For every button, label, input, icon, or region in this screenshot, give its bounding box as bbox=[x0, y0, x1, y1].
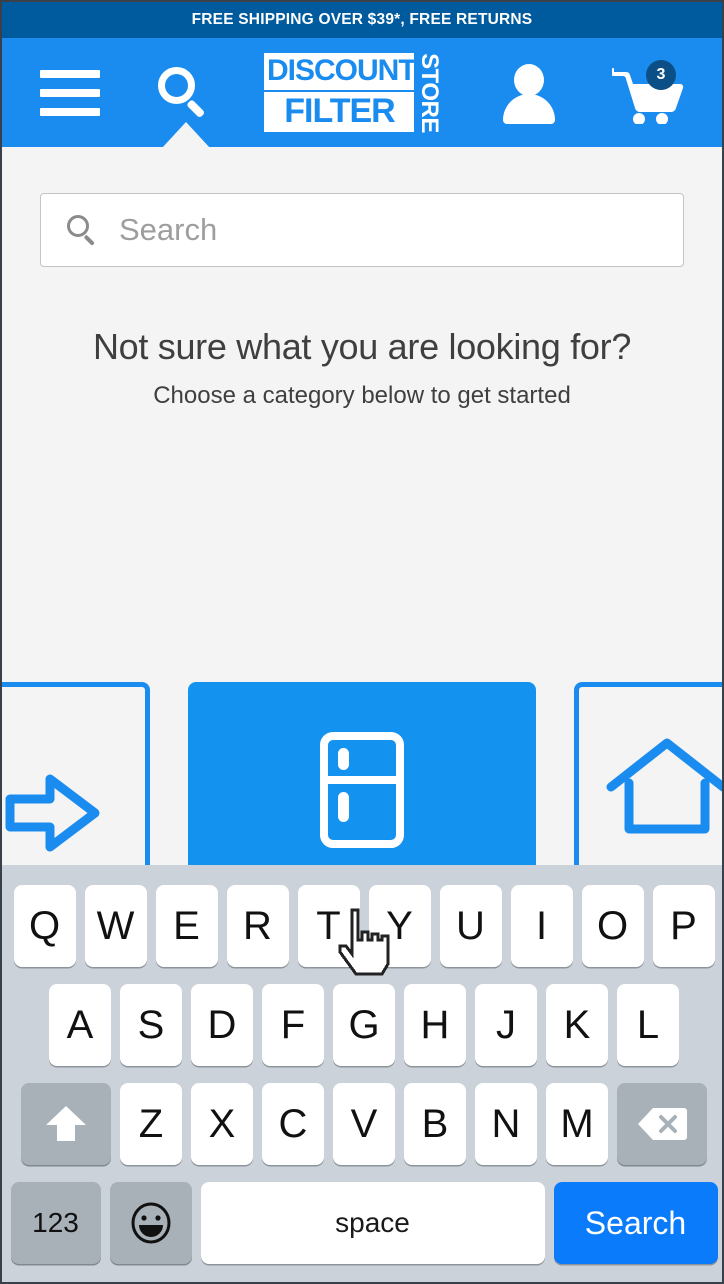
key-n[interactable]: N bbox=[475, 1083, 537, 1165]
key-u[interactable]: U bbox=[439, 885, 502, 967]
key-b[interactable]: B bbox=[404, 1083, 466, 1165]
logo-store-label: STORE bbox=[416, 52, 443, 133]
key-d[interactable]: D bbox=[191, 984, 253, 1066]
page-subtitle: Choose a category below to get started bbox=[153, 382, 571, 409]
cart-button[interactable]: 3 bbox=[612, 59, 684, 124]
key-i[interactable]: I bbox=[510, 885, 573, 967]
search-action-key[interactable]: Search bbox=[553, 1182, 718, 1264]
key-m[interactable]: M bbox=[546, 1083, 608, 1165]
backspace-key[interactable] bbox=[617, 1083, 707, 1165]
user-account-icon bbox=[501, 62, 557, 124]
header-search-button[interactable] bbox=[155, 65, 209, 121]
logo-line1: DISCOUNT bbox=[264, 53, 417, 90]
key-e[interactable]: E bbox=[155, 885, 218, 967]
hand-pointer-cursor bbox=[338, 906, 390, 976]
key-z[interactable]: Z bbox=[120, 1083, 182, 1165]
refrigerator-icon bbox=[320, 731, 404, 848]
arrow-right-icon bbox=[5, 774, 100, 852]
key-r[interactable]: R bbox=[226, 885, 289, 967]
keyboard-row-3: Z X C V B N M bbox=[2, 1083, 722, 1165]
key-l[interactable]: L bbox=[617, 984, 679, 1066]
key-a[interactable]: A bbox=[49, 984, 111, 1066]
logo-wordmark: DISCOUNT FILTER bbox=[264, 53, 417, 132]
key-w[interactable]: W bbox=[84, 885, 147, 967]
key-g[interactable]: G bbox=[333, 984, 395, 1066]
key-c[interactable]: C bbox=[262, 1083, 324, 1165]
key-o[interactable]: O bbox=[581, 885, 644, 967]
logo-line2: FILTER bbox=[264, 92, 414, 132]
key-h[interactable]: H bbox=[404, 984, 466, 1066]
key-k[interactable]: K bbox=[546, 984, 608, 1066]
hamburger-menu-icon bbox=[40, 69, 100, 116]
active-tab-caret bbox=[162, 122, 210, 148]
key-s[interactable]: S bbox=[120, 984, 182, 1066]
key-f[interactable]: F bbox=[262, 984, 324, 1066]
keyboard-row-4: 123 space Search bbox=[2, 1182, 722, 1264]
shift-arrow-up-icon bbox=[46, 1106, 86, 1141]
space-key[interactable]: space bbox=[200, 1182, 545, 1264]
main-content: Search Not sure what you are looking for… bbox=[2, 193, 722, 976]
house-icon bbox=[606, 738, 722, 833]
key-x[interactable]: X bbox=[191, 1083, 253, 1165]
emoji-smiley-icon bbox=[131, 1202, 170, 1244]
cursor-glyph bbox=[338, 908, 390, 976]
account-button[interactable] bbox=[501, 62, 557, 124]
key-v[interactable]: V bbox=[333, 1083, 395, 1165]
logo-side-text: STORE bbox=[414, 53, 444, 132]
shopping-cart-icon: 3 bbox=[612, 59, 684, 124]
key-j[interactable]: J bbox=[475, 984, 537, 1066]
key-q[interactable]: Q bbox=[13, 885, 76, 967]
search-icon bbox=[67, 214, 97, 246]
cart-count-badge: 3 bbox=[646, 59, 676, 90]
promo-text: FREE SHIPPING OVER $39*, FREE RETURNS bbox=[191, 11, 533, 28]
site-header: DISCOUNT FILTER STORE 3 bbox=[2, 38, 722, 148]
key-p[interactable]: P bbox=[652, 885, 715, 967]
site-logo[interactable]: DISCOUNT FILTER STORE bbox=[264, 53, 446, 132]
search-icon bbox=[155, 65, 209, 121]
page-title: Not sure what you are looking for? bbox=[92, 326, 632, 367]
promo-banner: FREE SHIPPING OVER $39*, FREE RETURNS bbox=[2, 2, 722, 38]
backspace-delete-icon bbox=[638, 1108, 687, 1140]
mobile-app-screen: FREE SHIPPING OVER $39*, FREE RETURNS DI… bbox=[0, 0, 724, 1284]
menu-button[interactable] bbox=[40, 69, 100, 116]
search-input[interactable]: Search bbox=[119, 212, 217, 248]
shift-key[interactable] bbox=[21, 1083, 111, 1165]
numbers-key[interactable]: 123 bbox=[10, 1182, 101, 1264]
search-input-wrapper[interactable]: Search bbox=[40, 193, 684, 267]
keyboard-row-2: A S D F G H J K L bbox=[2, 984, 722, 1066]
emoji-key[interactable] bbox=[109, 1182, 192, 1264]
